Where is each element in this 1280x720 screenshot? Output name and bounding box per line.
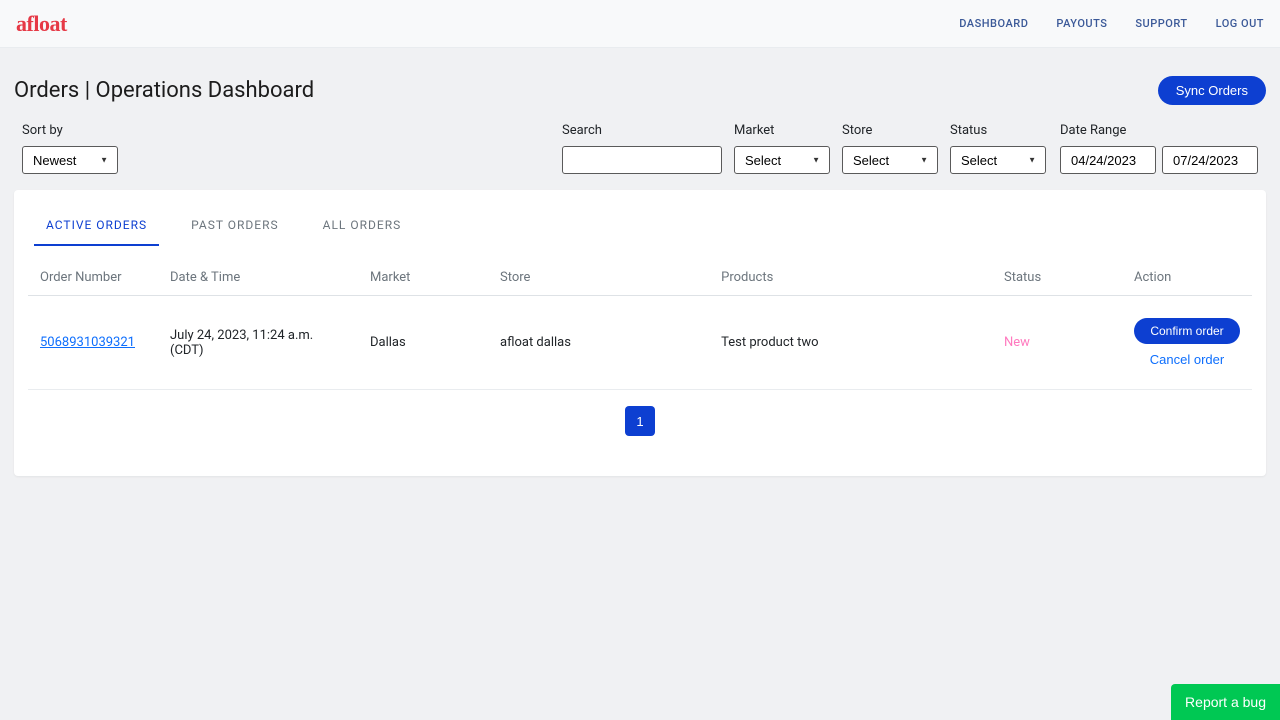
pagination: 1 bbox=[28, 390, 1252, 456]
date-to-input[interactable] bbox=[1162, 146, 1258, 174]
nav-support[interactable]: SUPPORT bbox=[1135, 17, 1187, 30]
market-select[interactable]: Select bbox=[734, 146, 830, 174]
date-from-input[interactable] bbox=[1060, 146, 1156, 174]
header: afloat DASHBOARD PAYOUTS SUPPORT LOG OUT bbox=[0, 0, 1280, 48]
sort-by-label: Sort by bbox=[22, 123, 118, 138]
search-input[interactable] bbox=[562, 146, 722, 174]
orders-table-container: Order Number Date & Time Market Store Pr… bbox=[14, 246, 1266, 476]
cell-store: afloat dallas bbox=[488, 296, 709, 390]
order-number-link[interactable]: 5068931039321 bbox=[40, 335, 135, 350]
nav-payouts[interactable]: PAYOUTS bbox=[1056, 17, 1107, 30]
nav-dashboard[interactable]: DASHBOARD bbox=[959, 17, 1028, 30]
report-bug-button[interactable]: Report a bug bbox=[1171, 684, 1280, 720]
tab-active-orders[interactable]: ACTIVE ORDERS bbox=[34, 210, 159, 246]
col-market: Market bbox=[358, 260, 488, 296]
tab-list: ACTIVE ORDERS PAST ORDERS ALL ORDERS bbox=[14, 190, 1266, 246]
filter-bar: Sort by Newest Search Market Select Stor… bbox=[0, 123, 1280, 190]
confirm-order-button[interactable]: Confirm order bbox=[1134, 318, 1239, 344]
col-order-number: Order Number bbox=[28, 260, 158, 296]
sort-by-select[interactable]: Newest bbox=[22, 146, 118, 174]
main-nav: DASHBOARD PAYOUTS SUPPORT LOG OUT bbox=[959, 17, 1264, 30]
date-range-label: Date Range bbox=[1060, 123, 1258, 138]
page-title: Orders | Operations Dashboard bbox=[14, 78, 314, 103]
cell-products: Test product two bbox=[709, 296, 992, 390]
logo: afloat bbox=[16, 11, 67, 37]
orders-table: Order Number Date & Time Market Store Pr… bbox=[28, 260, 1252, 390]
nav-logout[interactable]: LOG OUT bbox=[1216, 17, 1264, 30]
tab-past-orders[interactable]: PAST ORDERS bbox=[179, 210, 290, 246]
store-select[interactable]: Select bbox=[842, 146, 938, 174]
table-row: 5068931039321 July 24, 2023, 11:24 a.m. … bbox=[28, 296, 1252, 390]
col-status: Status bbox=[992, 260, 1122, 296]
search-label: Search bbox=[562, 123, 722, 138]
status-badge: New bbox=[1004, 335, 1030, 350]
page-1-button[interactable]: 1 bbox=[625, 406, 655, 436]
store-label: Store bbox=[842, 123, 938, 138]
page-header: Orders | Operations Dashboard Sync Order… bbox=[0, 48, 1280, 123]
status-select[interactable]: Select bbox=[950, 146, 1046, 174]
cancel-order-button[interactable]: Cancel order bbox=[1150, 352, 1224, 367]
sync-orders-button[interactable]: Sync Orders bbox=[1158, 76, 1266, 105]
col-datetime: Date & Time bbox=[158, 260, 358, 296]
tab-all-orders[interactable]: ALL ORDERS bbox=[311, 210, 414, 246]
cell-market: Dallas bbox=[358, 296, 488, 390]
market-label: Market bbox=[734, 123, 830, 138]
status-label: Status bbox=[950, 123, 1046, 138]
col-store: Store bbox=[488, 260, 709, 296]
orders-card: ACTIVE ORDERS PAST ORDERS ALL ORDERS Ord… bbox=[14, 190, 1266, 476]
col-products: Products bbox=[709, 260, 992, 296]
col-action: Action bbox=[1122, 260, 1252, 296]
cell-datetime: July 24, 2023, 11:24 a.m. (CDT) bbox=[158, 296, 358, 390]
